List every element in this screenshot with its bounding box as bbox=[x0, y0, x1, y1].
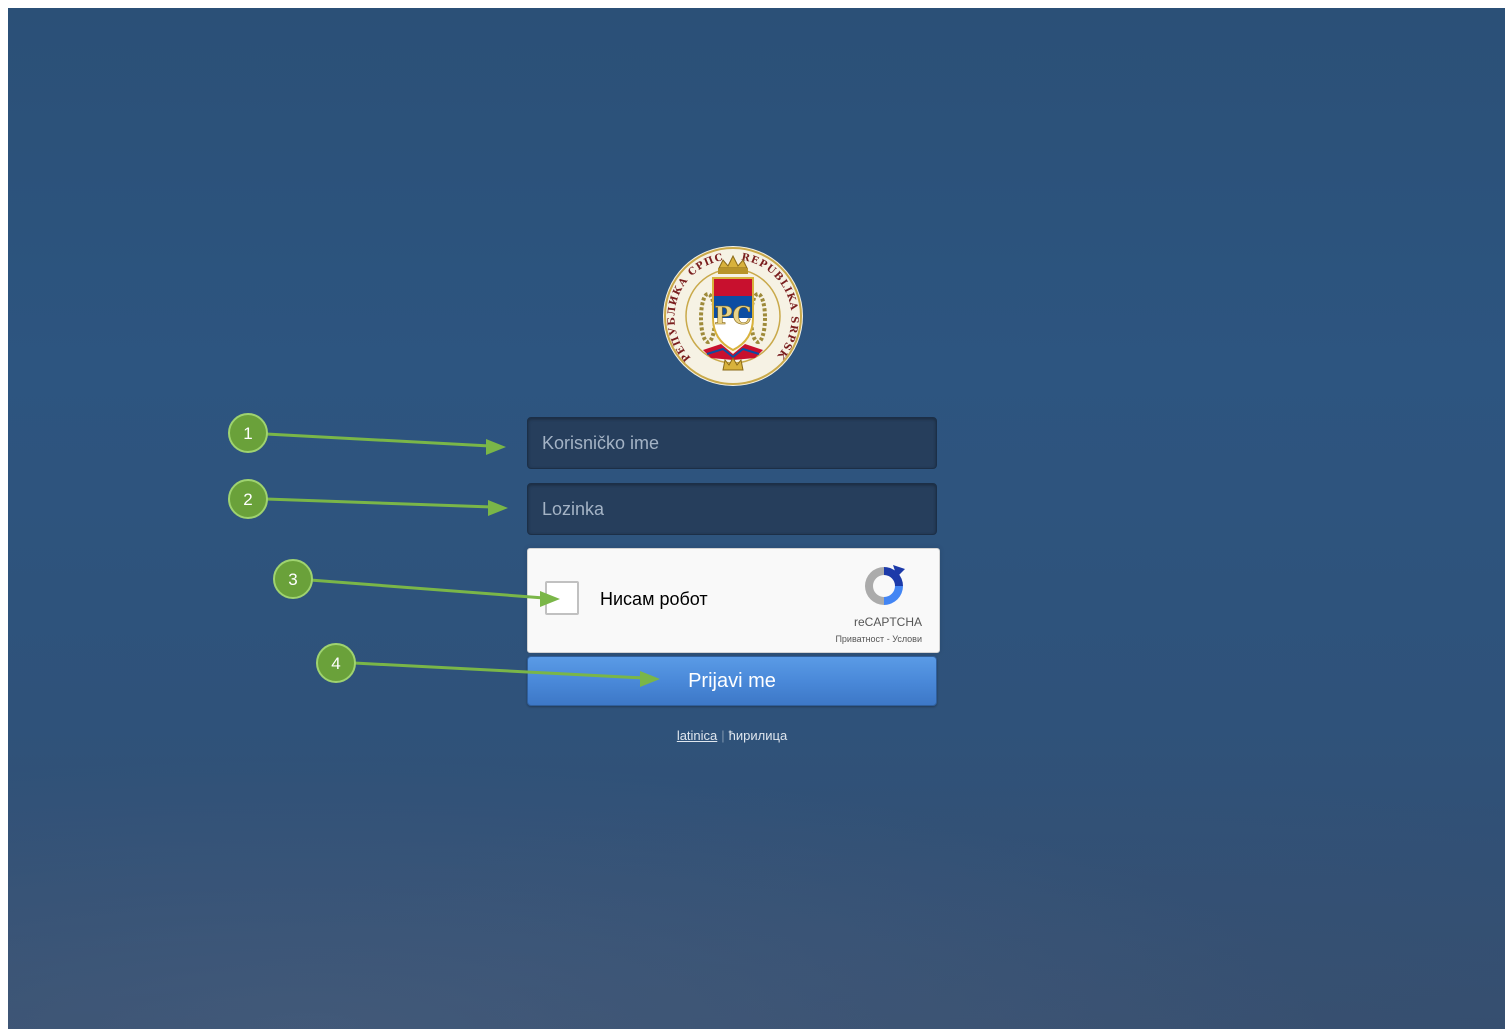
recaptcha-widget: Нисам робот reCAPTCHA Приватност - Услов… bbox=[527, 548, 940, 653]
language-separator: | bbox=[721, 728, 725, 743]
language-latin-link[interactable]: latinica bbox=[677, 728, 717, 743]
republika-srpska-emblem: РЕПУБЛИКА СРПСКА REPUBLIKA SRPSKA РС bbox=[663, 246, 803, 386]
username-input[interactable] bbox=[527, 417, 937, 469]
monogram: РС bbox=[714, 301, 751, 330]
annotation-badge-3: 3 bbox=[288, 570, 297, 589]
annotation-badge-1: 1 bbox=[243, 424, 252, 443]
recaptcha-links: Приватност - Услови bbox=[835, 634, 922, 644]
password-input[interactable] bbox=[527, 483, 937, 535]
recaptcha-links-separator: - bbox=[886, 634, 890, 644]
login-screen: РЕПУБЛИКА СРПСКА REPUBLIKA SRPSKA РС Нис… bbox=[8, 8, 1505, 1029]
recaptcha-privacy-link[interactable]: Приватност bbox=[835, 634, 884, 644]
annotation-arrow-2: 2 bbox=[228, 479, 508, 519]
recaptcha-label: Нисам робот bbox=[600, 589, 708, 609]
language-cyrillic-link[interactable]: ћирилица bbox=[729, 728, 788, 743]
recaptcha-checkbox[interactable] bbox=[545, 581, 579, 615]
annotation-badge-4: 4 bbox=[331, 654, 340, 673]
language-switcher: latinica | ћирилица bbox=[8, 728, 1456, 743]
recaptcha-brand: reCAPTCHA bbox=[853, 615, 922, 629]
annotation-badge-2: 2 bbox=[243, 490, 252, 509]
recaptcha-terms-link[interactable]: Услови bbox=[892, 634, 922, 644]
login-button[interactable]: Prijavi me bbox=[527, 656, 937, 706]
annotation-arrow-3: 3 bbox=[273, 559, 560, 607]
annotation-arrow-1: 1 bbox=[228, 413, 506, 455]
recaptcha-logo-icon bbox=[865, 565, 905, 605]
